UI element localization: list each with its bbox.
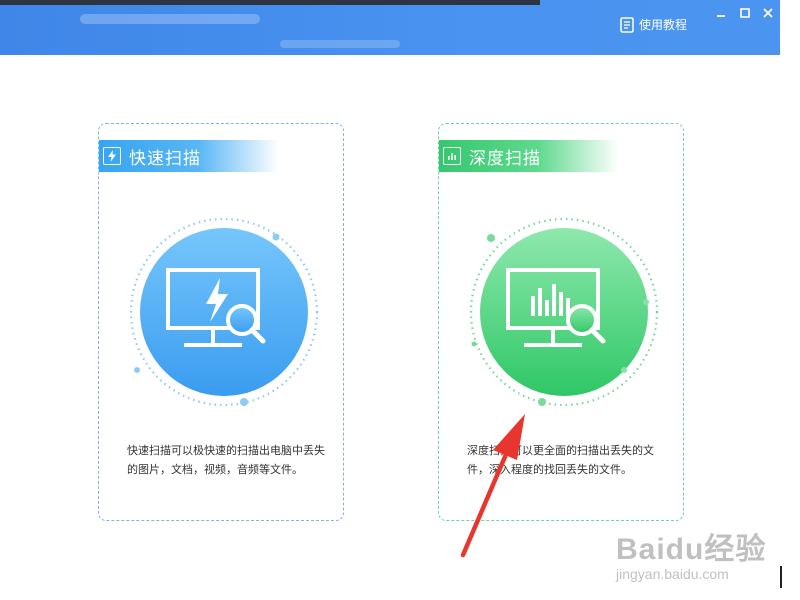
quick-scan-header: 快速扫描	[99, 140, 279, 172]
tutorial-button[interactable]: 使用教程	[620, 16, 687, 33]
quick-scan-card[interactable]: 快速扫描 快速扫描可以极快速的扫描出电脑中丢失的图片，文档，视频，音频等文件。	[98, 123, 344, 521]
deep-scan-small-icon	[443, 147, 461, 165]
lightning-monitor-icon	[129, 217, 319, 407]
text-cursor	[780, 566, 782, 588]
bar-chart-monitor-icon	[469, 217, 659, 407]
deep-scan-illustration	[464, 212, 664, 412]
watermark-sub: jingyan.baidu.com	[616, 566, 729, 582]
tutorial-label: 使用教程	[639, 18, 688, 32]
close-button[interactable]	[757, 4, 779, 22]
quick-scan-illustration	[124, 212, 324, 412]
minimize-button[interactable]	[710, 4, 732, 22]
quick-scan-small-icon	[103, 147, 121, 165]
maximize-button[interactable]	[734, 4, 756, 22]
minimize-icon	[717, 15, 725, 17]
annotation-arrow-icon	[460, 414, 525, 558]
title-bar: 使用教程	[0, 0, 780, 55]
baidu-watermark: Baidu经验 jingyan.baidu.com	[604, 516, 784, 586]
blurred-title	[80, 14, 260, 24]
watermark-main: Baidu经验	[616, 533, 767, 566]
title-strip	[0, 0, 540, 5]
quick-scan-title: 快速扫描	[129, 148, 201, 168]
deep-scan-title: 深度扫描	[469, 148, 541, 168]
blurred-subtitle	[280, 40, 400, 48]
deep-scan-header: 深度扫描	[439, 140, 619, 172]
quick-scan-description: 快速扫描可以极快速的扫描出电脑中丢失的图片，文档，视频，音频等文件。	[127, 445, 325, 476]
book-icon	[620, 16, 634, 33]
maximize-icon	[740, 8, 750, 18]
close-icon	[763, 8, 773, 18]
